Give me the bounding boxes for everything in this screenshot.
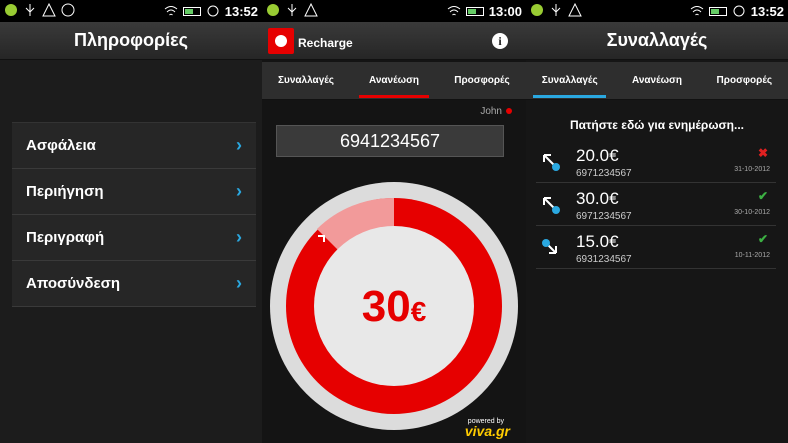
tab-transactions[interactable]: Συναλλαγές: [262, 62, 350, 99]
vodafone-logo: [268, 28, 294, 54]
success-check-icon: ✔: [757, 189, 768, 203]
transaction-list: 20.0€ 6971234567 ✖ 31-10-2012 30.0€ 6971…: [536, 140, 776, 269]
transaction-amount: 15.0€: [576, 232, 619, 251]
refresh-button[interactable]: Πατήστε εδώ για ενημέρωση...: [526, 118, 788, 132]
amount-currency: €: [410, 296, 427, 327]
status-dot-icon: [506, 108, 512, 115]
status-time: 13:00: [488, 3, 522, 19]
menu-item-label: Ασφάλεια: [26, 137, 96, 154]
transaction-amount: 20.0€: [576, 146, 619, 165]
alarm-icon: [206, 4, 220, 18]
transaction-number: 6931234567: [576, 254, 632, 265]
recharge-panel: 13:00 Recharge i Συναλλαγές Ανανέωση Προ…: [262, 0, 526, 443]
transaction-row[interactable]: 20.0€ 6971234567 ✖ 31-10-2012: [536, 140, 776, 183]
menu-item-navigation[interactable]: Περιήγηση ›: [12, 169, 256, 215]
chevron-right-icon: ›: [236, 273, 242, 293]
outgoing-arrow-icon: [540, 194, 562, 216]
wifi-icon: [690, 4, 704, 18]
chevron-right-icon: ›: [236, 181, 242, 201]
warning-icon: [568, 2, 582, 17]
status-bar: 13:52: [0, 0, 262, 22]
transaction-number: 6971234567: [576, 211, 632, 222]
menu-item-logout[interactable]: Αποσύνδεση ›: [12, 261, 256, 307]
tab-transactions[interactable]: Συναλλαγές: [526, 62, 613, 99]
download-icon: [61, 3, 75, 17]
transaction-amount: 30.0€: [576, 189, 619, 208]
info-menu: Ασφάλεια › Περιήγηση › Περιγραφή › Αποσύ…: [12, 122, 256, 307]
success-check-icon: ✔: [757, 232, 768, 246]
info-panel: 13:52 Πληροφορίες Ασφάλεια › Περιήγηση ›…: [0, 0, 262, 443]
android-icon: [266, 3, 280, 17]
page-title: Συναλλαγές: [526, 22, 788, 60]
page-title: Πληροφορίες: [0, 22, 262, 60]
chevron-right-icon: ›: [236, 227, 242, 247]
transaction-number: 6971234567: [576, 168, 632, 179]
battery-icon: [182, 6, 201, 16]
failed-x-icon: ✖: [757, 146, 768, 160]
tab-renewal[interactable]: Ανανέωση: [613, 62, 700, 99]
tab-renewal[interactable]: Ανανέωση: [350, 62, 438, 99]
wifi-icon: [164, 4, 178, 18]
android-icon: [4, 3, 18, 17]
user-label: John: [480, 106, 512, 117]
battery-icon: [708, 6, 727, 16]
transaction-row[interactable]: 15.0€ 6931234567 ✔ 10-11-2012: [536, 226, 776, 269]
usb-icon: [549, 3, 563, 17]
amount-value: 30€: [266, 282, 522, 332]
usb-icon: [285, 3, 299, 17]
status-time: 13:52: [224, 3, 258, 19]
status-bar: 13:52: [526, 0, 788, 22]
phone-number-field[interactable]: 6941234567: [276, 125, 504, 157]
app-name: Recharge: [298, 36, 353, 50]
menu-item-security[interactable]: Ασφάλεια ›: [12, 123, 256, 169]
wifi-icon: [447, 4, 461, 18]
android-icon: [530, 3, 544, 17]
status-bar: 13:00: [262, 0, 526, 22]
tab-bar: Συναλλαγές Ανανέωση Προσφορές: [262, 62, 526, 100]
warning-icon: [42, 2, 56, 17]
battery-icon: [465, 6, 484, 16]
tab-offers[interactable]: Προσφορές: [701, 62, 788, 99]
viva-logo: viva.gr: [464, 423, 510, 439]
menu-item-description[interactable]: Περιγραφή ›: [12, 215, 256, 261]
incoming-arrow-icon: [540, 237, 562, 259]
outgoing-arrow-icon: [540, 151, 562, 173]
menu-item-label: Περιγραφή: [26, 229, 105, 246]
warning-icon: [304, 2, 318, 17]
amount-dial[interactable]: 30€: [266, 178, 522, 434]
tab-offers[interactable]: Προσφορές: [438, 62, 526, 99]
transaction-date: 10-11-2012: [734, 252, 770, 259]
status-time: 13:52: [750, 3, 784, 19]
amount-number: 30: [361, 282, 411, 331]
tab-bar: Συναλλαγές Ανανέωση Προσφορές: [526, 62, 788, 100]
menu-item-label: Περιήγηση: [26, 183, 104, 200]
transaction-row[interactable]: 30.0€ 6971234567 ✔ 30-10-2012: [536, 183, 776, 226]
usb-icon: [23, 3, 37, 17]
transaction-date: 31-10-2012: [734, 166, 770, 173]
transaction-date: 30-10-2012: [734, 209, 770, 216]
info-icon[interactable]: i: [492, 33, 508, 49]
user-name: John: [480, 106, 502, 117]
alarm-icon: [732, 4, 746, 18]
chevron-right-icon: ›: [236, 135, 242, 155]
transactions-panel: 13:52 Συναλλαγές Συναλλαγές Ανανέωση Προ…: [526, 0, 788, 443]
menu-item-label: Αποσύνδεση: [26, 275, 121, 292]
